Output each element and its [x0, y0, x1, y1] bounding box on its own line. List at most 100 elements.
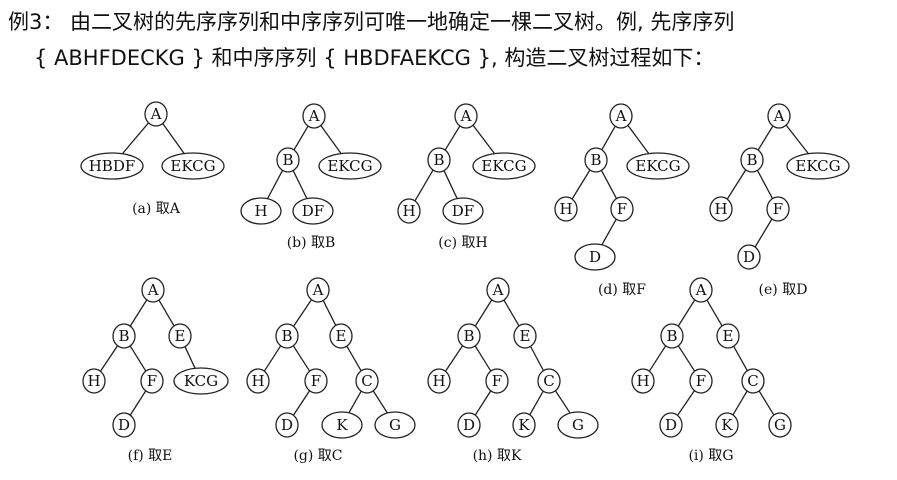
tree-node: D [574, 243, 616, 271]
tree-node: A [302, 103, 326, 129]
tree-edge [263, 345, 282, 372]
tree-edge [472, 124, 496, 155]
tree-node: D [275, 412, 299, 438]
tree-edge [529, 390, 544, 416]
tree-edge [320, 125, 342, 154]
tree-node: HBDF [80, 152, 144, 180]
tree-node: H [246, 368, 270, 394]
tree-node: A [689, 277, 713, 303]
tree-edge [158, 299, 175, 327]
tree-node: B [276, 147, 300, 173]
node-label: KCG [184, 372, 218, 390]
tree-node: K [321, 411, 363, 439]
panel-caption: (e) 取D [759, 282, 808, 298]
tree-edge [732, 390, 748, 416]
node-label: A [150, 105, 162, 123]
tree-node: A [306, 277, 330, 303]
tree-panel-c: A B EKCG H DF (c) 取H [397, 103, 536, 251]
tree-edge [184, 346, 196, 369]
tree-node: G [557, 411, 599, 439]
tree-node: DF [442, 197, 484, 225]
tree-edge [757, 125, 774, 151]
tree-node: B [584, 147, 608, 173]
tree-edge [756, 170, 774, 199]
node-label: C [361, 372, 372, 390]
panel-caption: (b) 取B [287, 235, 336, 251]
tree-edge [292, 170, 308, 199]
tree-node: H [709, 196, 733, 222]
tree-node: D [457, 412, 481, 438]
tree-edge [601, 218, 617, 246]
panel-caption: (d) 取F [598, 282, 646, 298]
tree-edge [266, 170, 284, 200]
tree-node: EKCG [786, 152, 850, 180]
tree-node: F [689, 368, 713, 394]
node-label: B [282, 151, 293, 169]
tree-node: H [631, 368, 655, 394]
tree-node: A [141, 277, 165, 303]
tree-node: D [112, 412, 136, 438]
tree-node: C [741, 368, 765, 394]
node-label: H [636, 372, 649, 390]
node-label: C [747, 372, 758, 390]
tree-node: F [485, 368, 509, 394]
node-label: A [460, 107, 472, 125]
tree-edge [414, 169, 434, 202]
tree-edge [754, 218, 773, 248]
tree-panel-i: A B E H F C D K G (i) 取G [631, 277, 792, 464]
tree-edge [292, 345, 311, 372]
node-label: H [254, 202, 267, 220]
tree-edge [601, 125, 616, 151]
tree-edge [292, 390, 311, 416]
node-label: A [308, 107, 320, 125]
tree-edge [121, 122, 150, 155]
binary-tree-construction-diagram: AHBDF EKCG(a) 取AAB EKCGH DF(b) 取BAB EKCGH DF(… [80, 101, 850, 464]
tree-edge [706, 299, 723, 327]
tree-node: DF [292, 197, 334, 225]
node-label: EKCG [635, 157, 680, 175]
tree-node: H [82, 368, 106, 394]
node-label: F [147, 372, 157, 390]
tree-edge [648, 345, 667, 372]
tree-edge [571, 169, 591, 200]
node-label: K [721, 416, 733, 434]
tree-edge [322, 300, 337, 326]
node-label: B [433, 151, 444, 169]
tree-node: KCG [173, 367, 229, 395]
node-label: B [666, 327, 677, 345]
tree-node: A [144, 101, 168, 127]
tree-edge [346, 345, 362, 372]
tree-edge [293, 125, 309, 151]
tree-node: B [275, 323, 299, 349]
tree-node: C [537, 368, 561, 394]
node-label: A [492, 281, 504, 299]
tree-node: B [740, 147, 764, 173]
tree-node: F [610, 196, 634, 222]
node-label: EKCG [170, 157, 215, 175]
tree-edge [348, 390, 362, 414]
tree-node: B [427, 147, 451, 173]
node-label: D [589, 248, 601, 266]
tree-node: B [112, 323, 136, 349]
tree-edge [474, 390, 492, 416]
node-label: EKCG [795, 157, 840, 175]
tree-panel-a: A HBDF EKCG (a) 取A [80, 101, 225, 217]
panel-caption: (a) 取A [132, 201, 181, 217]
tree-edge [474, 299, 493, 327]
tree-edge [600, 170, 618, 199]
node-label: D [118, 416, 130, 434]
tree-node: G [768, 412, 792, 438]
tree-edge [733, 345, 748, 372]
tree-node: EKCG [318, 152, 382, 180]
node-label: A [147, 281, 159, 299]
node-label: A [312, 281, 324, 299]
tree-panel-h: A B E H F C D K G (h) 取K [427, 277, 599, 464]
node-label: G [774, 416, 786, 434]
tree-node: G [374, 411, 416, 439]
tree-node: C [355, 368, 379, 394]
tree-panel-b: A B EKCG H DF (b) 取B [240, 103, 382, 251]
tree-node: B [660, 323, 684, 349]
node-label: C [543, 372, 554, 390]
tree-node: E [513, 323, 537, 349]
node-label: B [746, 151, 757, 169]
